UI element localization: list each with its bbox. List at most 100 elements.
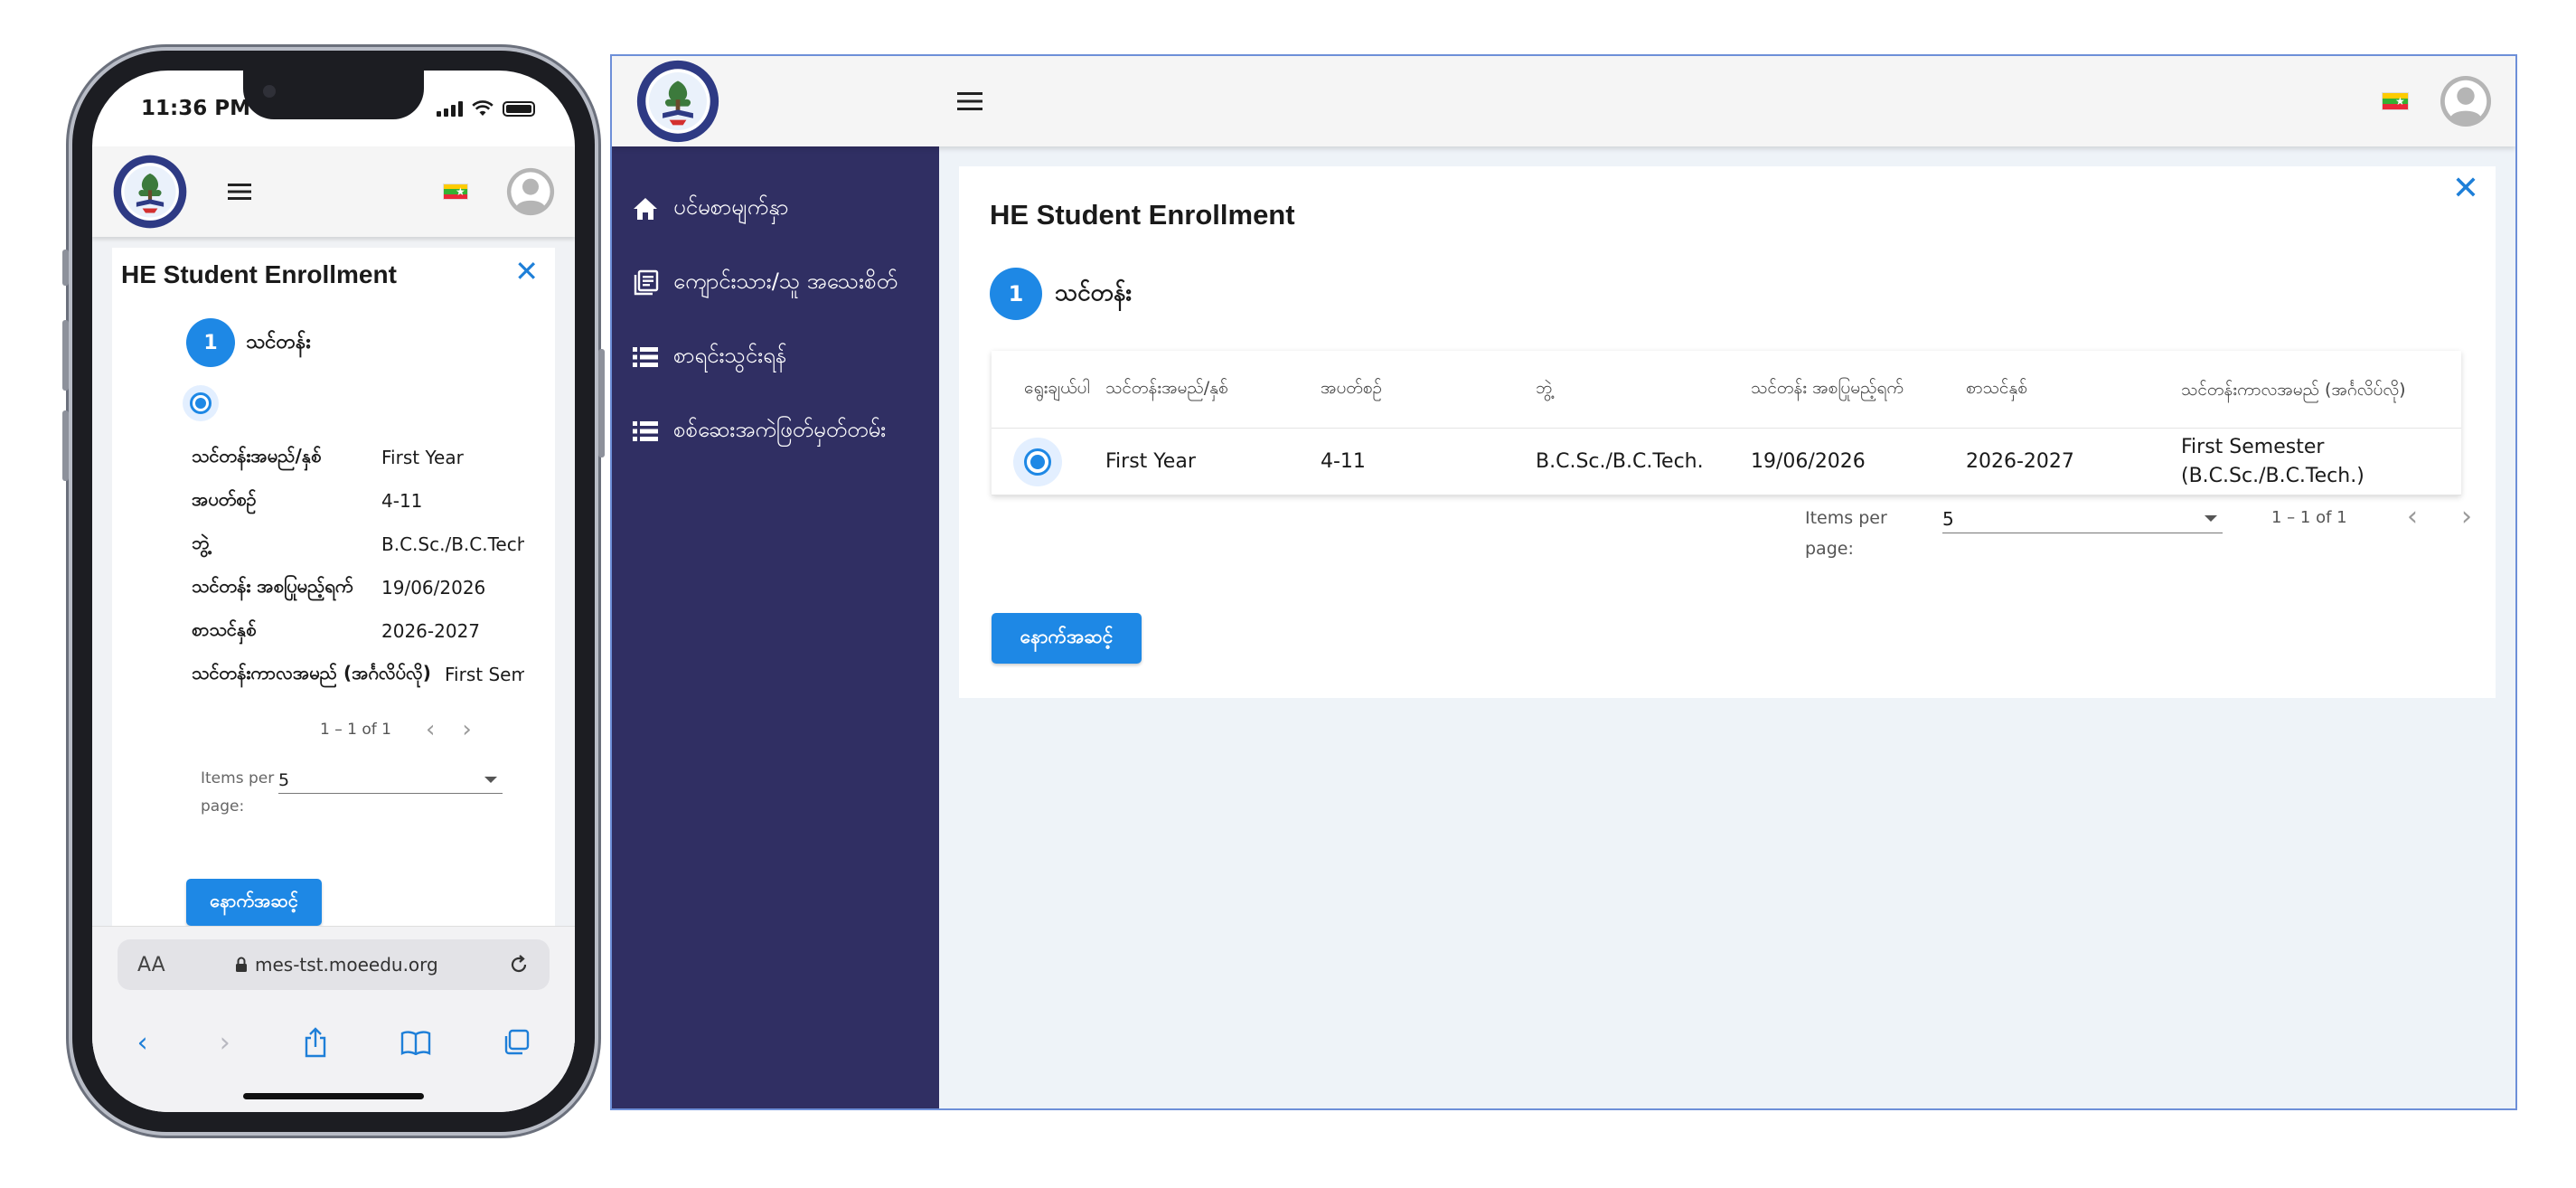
detail-row: ဘွဲ့ B.C.Sc./B.C.Tech. [192,523,524,566]
reload-icon[interactable] [508,954,530,976]
row-select-radio[interactable] [1013,437,1062,486]
items-per-page-label: Items per page: [1805,508,1887,559]
url-text: mes-tst.moeedu.org [254,954,438,976]
status-time: 11:36 PM [141,97,250,120]
pager-range: 1 – 1 of 1 [2271,508,2347,527]
detail-row: အပတ်စဥ် 4-11 [192,479,524,523]
phone-mockup: 11:36 PM ★ [62,51,605,1132]
items-per-page-select[interactable]: 5 [1942,504,2223,533]
close-icon[interactable]: ✕ [514,257,539,286]
detail-value: 4-11 [381,490,423,512]
cell-academic-year: 2026-2027 [1966,450,2074,473]
cell-term: First Semester (B.C.Sc./B.C.Tech.) [2181,435,2364,487]
share-icon[interactable] [302,1027,329,1058]
home-icon [634,198,657,220]
hamburger-menu-icon[interactable] [957,91,982,111]
wifi-icon [472,100,494,116]
detail-label: အပတ်စဥ် [192,488,257,510]
step-label: သင်တန်း [1055,278,1132,306]
list-icon [633,421,658,441]
stepper-step: 1 သင်တန်း [186,318,311,367]
detail-row: သင်တန်း အစပြုမည့်ရက် 19/06/2026 [192,566,524,609]
chevron-left-icon[interactable]: ‹ [426,716,435,743]
column-header-course: သင်တန်းအမည်/နှစ် [1105,377,1228,398]
detail-value: 2026-2027 [381,620,481,642]
dropdown-caret-icon [484,777,497,783]
phone-volume-down [62,410,69,481]
table-header: ရွေးချယ်ပါ သင်တန်းအမည်/နှစ် အပတ်စဥ် ဘွဲ့… [992,351,2461,429]
address-bar[interactable]: AA mes-tst.moeedu.org [118,939,550,990]
detail-row: စာသင်နှစ် 2026-2027 [192,609,524,653]
close-icon[interactable]: ✕ [2452,170,2479,207]
detail-value: 19/06/2026 [381,577,486,599]
column-header-start-date: သင်တန်း အစပြုမည့်ရက် [1751,377,1904,398]
sidebar-item-label: စာရင်းသွင်းရန် [673,343,787,368]
phone-notch [243,71,424,119]
detail-value: B.C.Sc./B.C.Tech. [381,533,524,555]
signal-icon [437,100,463,117]
phone-power-button [598,349,605,457]
card-title: HE Student Enrollment [121,260,397,288]
detail-label: ဘွဲ့ [192,532,210,553]
home-indicator [243,1093,424,1099]
detail-label: စာသင်နှစ် [192,618,257,640]
step-number: 1 [990,268,1042,320]
cell-degree: B.C.Sc./B.C.Tech. [1536,450,1704,473]
stepper-step: 1 သင်တန်း [990,268,1132,320]
sidebar: ပင်မစာမျက်နှာ ကျောင်းသား/သူ အသေးစိတ် စာရ… [612,146,939,1108]
course-detail-list: သင်တန်းအမည်/နှစ် First Year အပတ်စဥ် 4-11 ဘ… [192,436,524,696]
tabs-icon[interactable] [503,1029,530,1056]
chevron-left-icon[interactable]: ‹ [2407,501,2418,533]
hamburger-menu-icon[interactable] [228,183,251,201]
sidebar-item-label: စစ်ဆေးအကဲဖြတ်မှတ်တမ်း [673,417,887,442]
column-header-term: သင်တန်းကာလအမည် (အင်္ဂလိပ်လို) [2181,379,2406,400]
sidebar-item-assessment-record[interactable]: စစ်ဆေးအကဲဖြတ်မှတ်တမ်း [612,394,939,468]
battery-icon [503,100,535,117]
sidebar-item-registration[interactable]: စာရင်းသွင်းရန် [612,320,939,394]
items-per-page-value: 5 [278,769,290,790]
phone-screen: 11:36 PM ★ [92,71,575,1112]
lock-icon [235,957,247,972]
document-list-icon [634,269,659,296]
course-table: ရွေးချယ်ပါ သင်တန်းအမည်/နှစ် အပတ်စဥ် ဘွဲ့… [992,351,2461,495]
myanmar-flag-icon[interactable]: ★ [443,184,468,200]
detail-value: First Semester [445,664,524,685]
ministry-logo-icon [636,60,719,143]
phone-volume-up [62,320,69,391]
detail-label: သင်တန်း အစပြုမည့်ရက် [192,575,353,597]
chevron-right-icon[interactable]: › [462,716,471,743]
items-per-page-select[interactable]: 5 [278,767,503,794]
enrollment-card: HE Student Enrollment ✕ 1 သင်တန်း ရွေးချ… [959,166,2496,698]
back-button[interactable]: နောက်အဆင့် [186,879,322,926]
dropdown-caret-icon [2205,515,2217,522]
desktop-window: ★ ပင်မစာမျက်နှာ ကျောင်းသား/သူ အသေးစိတ် စ… [610,54,2517,1110]
sidebar-item-home[interactable]: ပင်မစာမျက်နှာ [612,172,939,246]
chevron-right-icon[interactable]: › [2461,501,2472,533]
forward-icon[interactable]: › [220,1027,230,1059]
paginator: 1 – 1 of 1 ‹ › [320,716,472,743]
sidebar-item-student-detail[interactable]: ကျောင်းသား/သူ အသေးစိတ် [612,246,939,320]
pager-range: 1 – 1 of 1 [320,721,391,739]
back-icon[interactable]: ‹ [137,1027,148,1059]
myanmar-flag-icon[interactable]: ★ [2382,92,2409,110]
bookmarks-icon[interactable] [400,1030,431,1055]
table-row[interactable]: First Year 4-11 B.C.Sc./B.C.Tech. 19/06/… [992,429,2461,495]
user-avatar-icon[interactable] [506,167,555,216]
app-header: ★ [612,56,2515,146]
back-button[interactable]: နောက်အဆင့် [992,613,1142,664]
ministry-logo-icon [113,155,187,229]
row-select-radio[interactable] [183,385,219,421]
step-label: သင်တန်း [246,330,311,354]
browser-bar: AA mes-tst.moeedu.org ‹ › [92,926,575,1112]
row-select-cell [992,437,1105,486]
user-avatar-icon[interactable] [2440,75,2492,127]
cell-course: First Year [1105,450,1196,473]
browser-toolbar: ‹ › [92,1015,575,1070]
text-size-button[interactable]: AA [137,954,165,976]
sidebar-item-label: ကျောင်းသား/သူ အသေးစိတ် [673,269,898,294]
url-display[interactable]: mes-tst.moeedu.org [235,954,438,976]
status-icons [437,100,535,117]
detail-label: သင်တန်းအမည်/နှစ် [192,445,322,467]
phone-silent-switch [62,250,69,286]
step-number: 1 [186,318,235,367]
